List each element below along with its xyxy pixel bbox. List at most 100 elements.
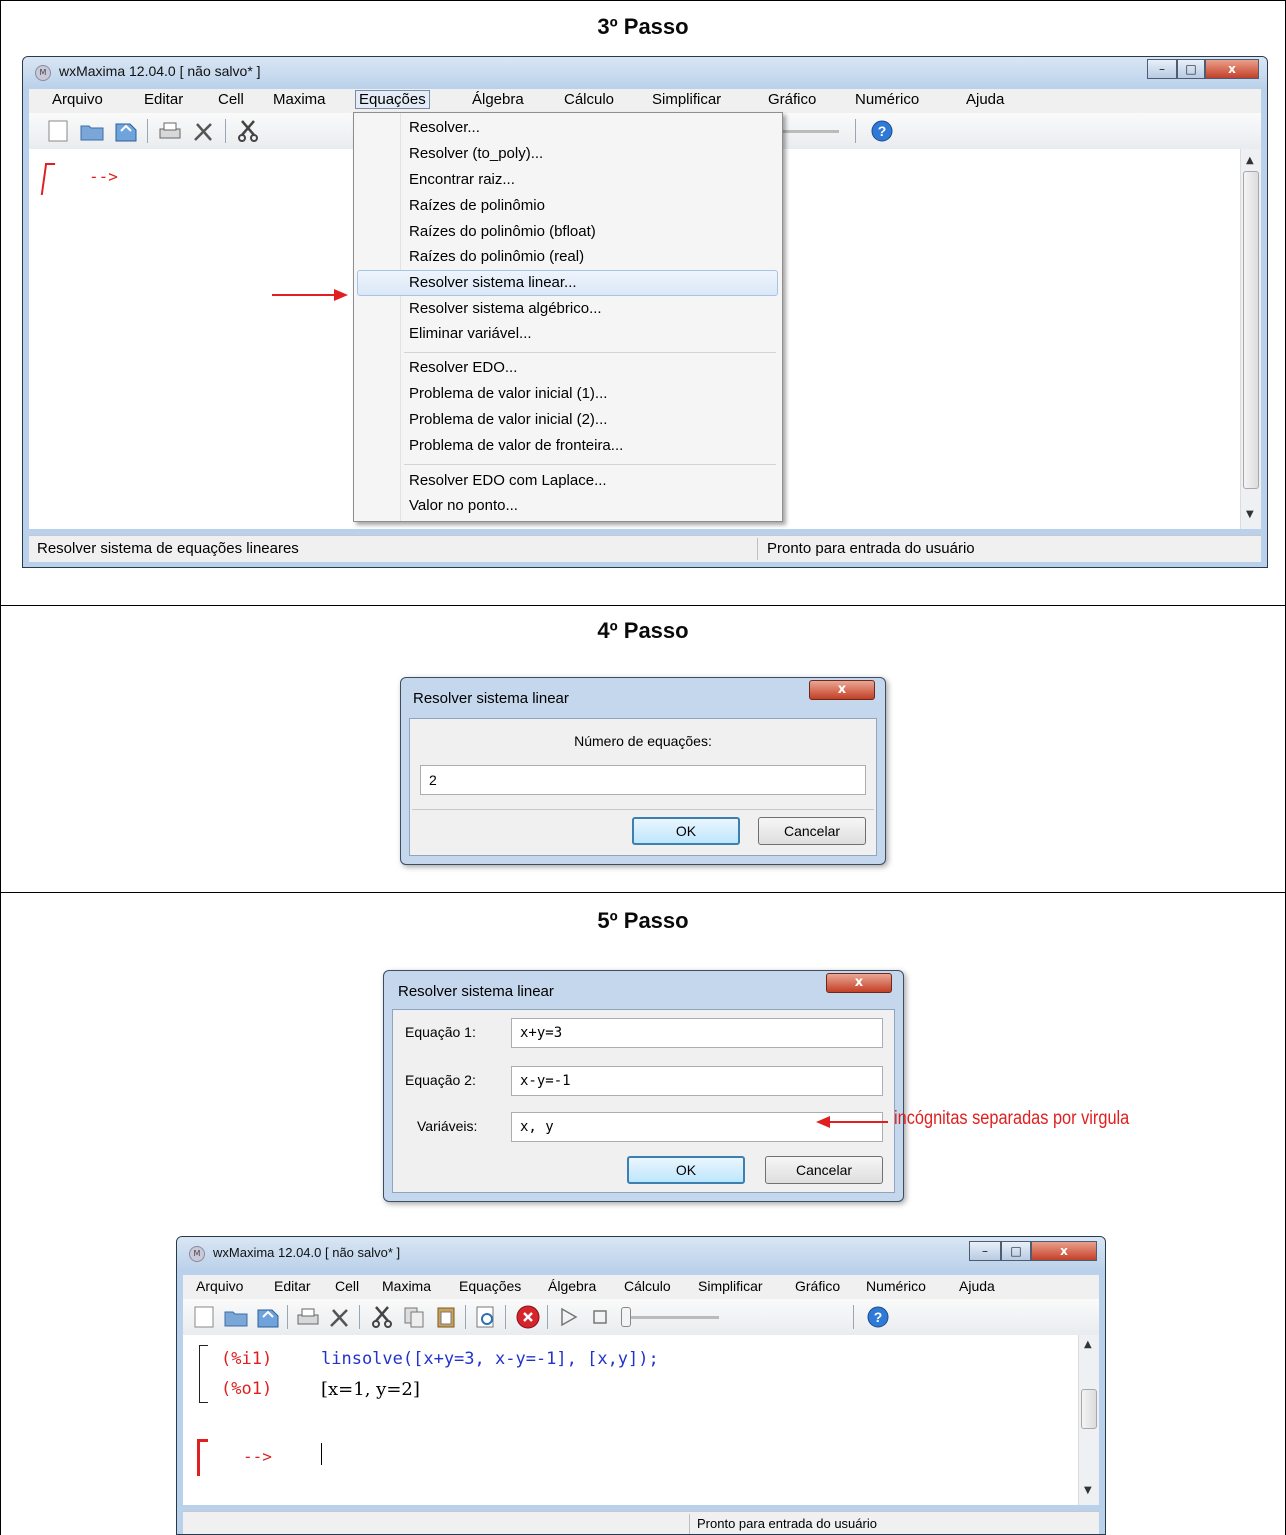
equation1-input[interactable]: x+y=3: [511, 1018, 883, 1048]
paste-icon[interactable]: [433, 1304, 459, 1330]
menu-simplificar[interactable]: Simplificar: [695, 1278, 766, 1294]
menu-simplificar[interactable]: Simplificar: [649, 91, 724, 108]
menu-item-valor-inicial-1[interactable]: Problema de valor inicial (1)...: [409, 385, 607, 402]
cut-icon[interactable]: [369, 1304, 395, 1330]
menu-cell[interactable]: Cell: [215, 91, 247, 108]
cancel-button[interactable]: Cancelar: [765, 1156, 883, 1184]
menu-calculo[interactable]: Cálculo: [561, 91, 617, 108]
minimize-button[interactable]: –: [1147, 59, 1177, 79]
menu-separator: [404, 464, 776, 465]
status-divider: [689, 1514, 690, 1534]
pointer-arrow: [272, 289, 348, 301]
output-label: (%o1): [221, 1379, 273, 1399]
menu-arquivo[interactable]: Arquivo: [193, 1278, 246, 1294]
equation-count-input[interactable]: 2: [420, 765, 866, 795]
svg-text:?: ?: [874, 1309, 883, 1325]
scroll-up-arrow[interactable]: ▲: [1084, 1339, 1092, 1350]
menu-cell[interactable]: Cell: [332, 1278, 362, 1294]
dialog-close-button[interactable]: x: [809, 680, 875, 700]
open-folder-icon[interactable]: [79, 118, 105, 144]
minimize-button[interactable]: –: [969, 1241, 1001, 1261]
menu-item-edo-laplace[interactable]: Resolver EDO com Laplace...: [409, 472, 607, 489]
save-icon[interactable]: [113, 118, 139, 144]
dialog-close-button[interactable]: x: [826, 973, 892, 993]
menu-arquivo[interactable]: Arquivo: [49, 91, 106, 108]
menu-maxima[interactable]: Maxima: [379, 1278, 434, 1294]
menu-item-resolver-edo[interactable]: Resolver EDO...: [409, 359, 517, 376]
menu-algebra[interactable]: Álgebra: [469, 91, 527, 108]
copy-icon[interactable]: [401, 1304, 427, 1330]
menu-equacoes[interactable]: Equações: [456, 1278, 524, 1294]
menu-grafico[interactable]: Gráfico: [792, 1278, 843, 1294]
slider-handle[interactable]: [621, 1307, 631, 1327]
menu-item-resolver-to-poly[interactable]: Resolver (to_poly)...: [409, 145, 543, 162]
menu-separator: [404, 352, 776, 353]
menu-calculo[interactable]: Cálculo: [621, 1278, 674, 1294]
status-divider: [757, 538, 758, 560]
menu-numerico[interactable]: Numérico: [852, 91, 922, 108]
scroll-down-arrow[interactable]: ▼: [1246, 509, 1254, 520]
menu-item-raizes-polinomio[interactable]: Raízes de polinômio: [409, 197, 545, 214]
close-button[interactable]: x: [1205, 59, 1259, 79]
scrollbar-thumb[interactable]: [1243, 171, 1259, 489]
print-icon[interactable]: [295, 1304, 321, 1330]
cut-icon[interactable]: [235, 118, 261, 144]
configure-tools-icon[interactable]: [327, 1304, 353, 1330]
print-icon[interactable]: [157, 118, 183, 144]
save-icon[interactable]: [255, 1304, 281, 1330]
input-prompt: -->: [243, 1447, 272, 1466]
equation2-input[interactable]: x-y=-1: [511, 1066, 883, 1096]
dialog-body: Equação 1: x+y=3 Equação 2: x-y=-1 Variá…: [392, 1009, 895, 1193]
input-label: (%i1): [221, 1349, 273, 1369]
configure-tools-icon[interactable]: [191, 118, 217, 144]
help-icon[interactable]: ?: [869, 118, 895, 144]
wxmaxima-result-window: M wxMaxima 12.04.0 [ não salvo* ] – □ x …: [176, 1236, 1106, 1535]
document-area[interactable]: (%i1) linsolve([x+y=3, x-y=-1], [x,y]); …: [183, 1335, 1099, 1505]
stop-interrupt-icon[interactable]: [515, 1304, 541, 1330]
new-file-icon[interactable]: [191, 1304, 217, 1330]
equation1-label: Equação 1:: [405, 1024, 476, 1040]
ok-button[interactable]: OK: [627, 1156, 745, 1184]
scroll-up-arrow[interactable]: ▲: [1246, 155, 1254, 166]
open-folder-icon[interactable]: [223, 1304, 249, 1330]
menu-item-valor-inicial-2[interactable]: Problema de valor inicial (2)...: [409, 411, 607, 428]
menu-equacoes[interactable]: Equações: [355, 90, 430, 109]
menu-editar[interactable]: Editar: [271, 1278, 314, 1294]
vertical-scrollbar[interactable]: ▲ ▼: [1240, 149, 1261, 529]
find-icon[interactable]: [473, 1304, 499, 1330]
toolbar-separator: [505, 1305, 506, 1329]
vertical-scrollbar[interactable]: ▲ ▼: [1078, 1335, 1099, 1505]
maximize-button[interactable]: □: [1001, 1241, 1031, 1261]
menu-item-valor-fronteira[interactable]: Problema de valor de fronteira...: [409, 437, 623, 454]
scrollbar-thumb[interactable]: [1081, 1389, 1097, 1429]
ok-button[interactable]: OK: [632, 817, 740, 845]
menu-item-resolver[interactable]: Resolver...: [409, 119, 480, 136]
menu-ajuda[interactable]: Ajuda: [956, 1278, 998, 1294]
variables-label: Variáveis:: [417, 1118, 478, 1134]
menu-item-encontrar-raiz[interactable]: Encontrar raiz...: [409, 171, 515, 188]
menu-item-resolver-sistema-linear[interactable]: Resolver sistema linear...: [409, 274, 577, 291]
menu-item-valor-no-ponto[interactable]: Valor no ponto...: [409, 497, 518, 514]
toolbar-separator: [465, 1305, 466, 1329]
menu-numerico[interactable]: Numérico: [863, 1278, 929, 1294]
menu-grafico[interactable]: Gráfico: [765, 91, 819, 108]
menu-item-raizes-real[interactable]: Raízes do polinômio (real): [409, 248, 584, 265]
menu-algebra[interactable]: Álgebra: [545, 1278, 599, 1294]
scroll-down-arrow[interactable]: ▼: [1084, 1485, 1092, 1496]
equacoes-dropdown-menu: Resolver... Resolver (to_poly)... Encont…: [353, 112, 783, 522]
menu-maxima[interactable]: Maxima: [270, 91, 329, 108]
play-icon[interactable]: [555, 1304, 581, 1330]
new-file-icon[interactable]: [45, 118, 71, 144]
menu-item-resolver-sistema-algebrico[interactable]: Resolver sistema algébrico...: [409, 300, 602, 317]
close-button[interactable]: x: [1031, 1241, 1097, 1261]
animation-slider[interactable]: [621, 1316, 719, 1319]
maximize-button[interactable]: □: [1177, 59, 1205, 79]
menu-item-raizes-bfloat[interactable]: Raízes do polinômio (bfloat): [409, 223, 596, 240]
cancel-button[interactable]: Cancelar: [758, 817, 866, 845]
toolbar-separator: [855, 119, 856, 143]
help-icon[interactable]: ?: [865, 1304, 891, 1330]
menu-ajuda[interactable]: Ajuda: [963, 91, 1007, 108]
menu-editar[interactable]: Editar: [141, 91, 186, 108]
menu-item-eliminar-variavel[interactable]: Eliminar variável...: [409, 325, 532, 342]
stop-icon[interactable]: [587, 1304, 613, 1330]
